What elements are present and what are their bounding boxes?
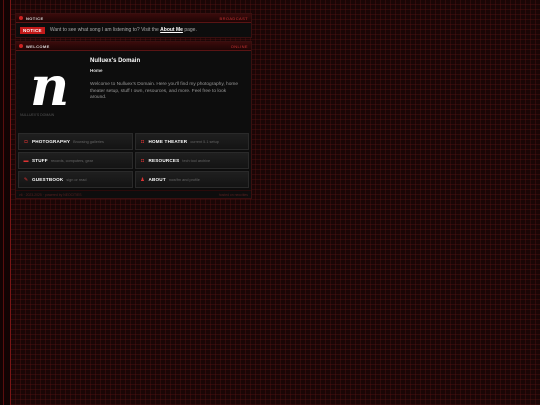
welcome-header-label: WELCOME xyxy=(26,43,50,49)
nav-guestbook[interactable]: ✎ GUESTBOOK sign or read xyxy=(18,171,133,188)
nav-about[interactable]: ♟ ABOUT now/fm and profile xyxy=(134,171,249,188)
nav-resources[interactable]: ◘ RESOURCES tech tool archive xyxy=(134,152,249,169)
folder-icon: ▬ xyxy=(23,157,29,164)
footer-right[interactable]: hosted on neocities xyxy=(219,193,248,197)
site-title: Nulluex's Domain xyxy=(90,58,141,64)
page-wrapper: NOTICE BROADCAST NOTICE Want to see what… xyxy=(15,13,252,202)
welcome-description: Welcome to Nulluex's Domain. Here you'll… xyxy=(90,82,239,100)
welcome-content: n NULLUEX'S DOMAIN Nulluex's Domain Home… xyxy=(16,51,251,127)
footer-left: v6 · 2023-2025 · powered by NEOCITIES xyxy=(19,192,82,197)
book-icon: ◘ xyxy=(140,157,145,164)
status-dot-icon xyxy=(19,44,23,48)
nav-home-theater[interactable]: ◘ HOME THEATER current 5.1 setup xyxy=(134,133,249,150)
notice-panel: NOTICE BROADCAST NOTICE Want to see what… xyxy=(15,13,252,38)
panel-footer: v6 · 2023-2025 · powered by NEOCITIES ho… xyxy=(16,190,251,198)
notice-badge: NOTICE xyxy=(20,26,45,34)
side-stripe xyxy=(0,0,11,405)
speaker-icon: ◘ xyxy=(140,138,145,145)
welcome-panel: WELCOME ONLINE n NULLUEX'S DOMAIN Nullue… xyxy=(15,41,252,199)
notice-header-right: BROADCAST xyxy=(219,15,248,21)
breadcrumb: Home xyxy=(90,68,103,73)
notice-body: NOTICE Want to see what song I am listen… xyxy=(16,23,251,37)
nav-photography[interactable]: ◘ PHOTOGRAPHY Browsing galleries xyxy=(18,133,133,150)
notice-panel-header: NOTICE BROADCAST xyxy=(16,14,251,23)
status-dot-icon xyxy=(19,16,23,20)
nav-stuff[interactable]: ▬ STUFF records, computers, gear xyxy=(18,152,133,169)
about-me-link[interactable]: About Me xyxy=(160,27,183,33)
notice-text: Want to see what song I am listening to?… xyxy=(49,27,197,33)
logo-caption: NULLUEX'S DOMAIN xyxy=(20,113,55,117)
site-logo: n NULLUEX'S DOMAIN xyxy=(16,57,86,127)
welcome-panel-header: WELCOME ONLINE xyxy=(16,42,251,51)
welcome-text: Nulluex's Domain Home Welcome to Nulluex… xyxy=(86,57,242,127)
notice-header-label: NOTICE xyxy=(26,15,44,21)
logo-letter: n xyxy=(30,54,70,118)
pen-icon: ✎ xyxy=(23,176,29,183)
camera-icon: ◘ xyxy=(24,138,28,145)
nav-grid: ◘ PHOTOGRAPHY Browsing galleries ◘ HOME … xyxy=(16,131,251,190)
welcome-header-right: ONLINE xyxy=(230,43,248,49)
person-icon: ♟ xyxy=(140,176,145,183)
